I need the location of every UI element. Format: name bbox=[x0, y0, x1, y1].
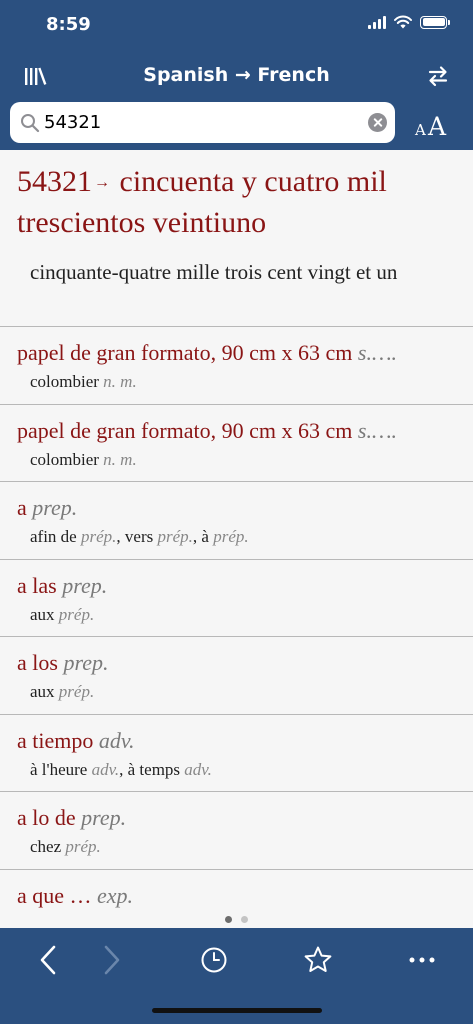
search-input[interactable] bbox=[44, 109, 354, 136]
chevron-right-icon bbox=[104, 945, 120, 975]
main-entry[interactable]: 54321 → cincuenta y cuatro mil tresciento… bbox=[0, 150, 473, 327]
home-indicator bbox=[152, 1008, 322, 1013]
part-of-speech: s.…. bbox=[357, 340, 398, 365]
favorites-button[interactable] bbox=[300, 942, 336, 978]
item-translation: colombier n. m. bbox=[30, 372, 137, 391]
part-of-speech: exp. bbox=[97, 882, 134, 908]
back-button[interactable] bbox=[30, 942, 66, 978]
battery-icon bbox=[420, 15, 450, 29]
part-of-speech: prép. bbox=[58, 682, 95, 701]
item-translation: afin de prép., vers prép., à prép. bbox=[30, 527, 249, 546]
list-item[interactable]: a lo de prep. chez prép. bbox=[0, 792, 473, 870]
item-headword: a tiempo adv. bbox=[17, 727, 135, 753]
arrow-icon: → bbox=[94, 174, 110, 191]
clear-search-icon[interactable] bbox=[368, 113, 387, 132]
part-of-speech: prép. bbox=[58, 604, 95, 624]
star-icon bbox=[304, 946, 332, 972]
nav-title: Spanish → French bbox=[143, 64, 330, 86]
main-translation: cinquante-quatre mille trois cent vingt … bbox=[30, 260, 398, 284]
page-dot[interactable] bbox=[241, 915, 248, 923]
more-button[interactable] bbox=[404, 942, 440, 978]
results-list: 54321 → cincuenta y cuatro mil tresciento… bbox=[0, 150, 473, 910]
part-of-speech: prep. bbox=[62, 572, 108, 598]
main-headword: 54321 → cincuenta y cuatro mil tresciento… bbox=[17, 165, 387, 239]
entry-list: papel de gran formato, 90 cm x 63 cm s.…… bbox=[0, 327, 473, 910]
more-icon bbox=[409, 957, 435, 963]
page-indicator bbox=[0, 910, 473, 928]
part-of-speech: prép. bbox=[80, 527, 117, 546]
item-headword: a lo de prep. bbox=[17, 805, 127, 830]
list-item[interactable]: a los prep. aux prép. bbox=[0, 637, 473, 715]
part-of-speech: prép. bbox=[213, 527, 249, 546]
item-translation: colombier n. m. bbox=[30, 449, 137, 469]
item-headword: papel de gran formato, 90 cm x 63 cm s.…… bbox=[17, 340, 398, 365]
part-of-speech: prep. bbox=[63, 650, 109, 675]
part-of-speech: n. m. bbox=[103, 449, 137, 469]
item-headword: papel de gran formato, 90 cm x 63 cm s.…… bbox=[17, 417, 398, 443]
part-of-speech: n. m. bbox=[103, 372, 137, 391]
nav-bar: Spanish → French bbox=[0, 50, 473, 102]
item-headword: a los prep. bbox=[17, 650, 109, 675]
search-icon bbox=[21, 114, 40, 133]
swap-languages-icon[interactable] bbox=[427, 64, 449, 88]
part-of-speech: adv. bbox=[98, 727, 135, 753]
search-row: A A bbox=[0, 102, 473, 150]
chevron-left-icon bbox=[40, 945, 56, 975]
list-item[interactable]: a las prep. aux prép. bbox=[0, 560, 473, 637]
status-icons bbox=[368, 15, 450, 29]
part-of-speech: adv. bbox=[184, 759, 212, 779]
item-translation: aux prép. bbox=[30, 604, 95, 624]
list-item[interactable]: a prep. afin de prép., vers prép., à prép… bbox=[0, 482, 473, 560]
item-translation: chez prép. bbox=[30, 837, 101, 856]
part-of-speech: prep. bbox=[32, 495, 78, 520]
cellular-signal-icon bbox=[368, 15, 386, 29]
item-headword: a las prep. bbox=[17, 572, 108, 598]
part-of-speech: s.…. bbox=[357, 417, 398, 443]
list-item[interactable]: a que … exp. bbox=[0, 870, 473, 911]
list-item[interactable]: papel de gran formato, 90 cm x 63 cm s.…… bbox=[0, 405, 473, 482]
list-item[interactable]: papel de gran formato, 90 cm x 63 cm s.…… bbox=[0, 327, 473, 405]
history-button[interactable] bbox=[196, 942, 232, 978]
clock-icon bbox=[201, 947, 227, 973]
item-translation: à l'heure adv., à temps adv. bbox=[30, 759, 212, 779]
status-bar: 8:59 bbox=[0, 0, 473, 50]
search-box[interactable] bbox=[10, 102, 395, 143]
font-size-icon[interactable]: A A bbox=[412, 109, 454, 141]
part-of-speech: prép. bbox=[65, 837, 101, 856]
status-time: 8:59 bbox=[46, 14, 91, 35]
part-of-speech: prép. bbox=[157, 527, 193, 546]
part-of-speech: prep. bbox=[81, 805, 127, 830]
list-item[interactable]: a tiempo adv. à l'heure adv., à temps adv… bbox=[0, 715, 473, 792]
item-headword: a prep. bbox=[17, 495, 78, 520]
page-dot-active[interactable] bbox=[225, 915, 232, 923]
item-headword: a que … exp. bbox=[17, 882, 134, 908]
wifi-icon bbox=[394, 15, 412, 29]
item-translation: aux prép. bbox=[30, 682, 95, 701]
part-of-speech: adv. bbox=[91, 759, 120, 779]
forward-button[interactable] bbox=[94, 942, 130, 978]
